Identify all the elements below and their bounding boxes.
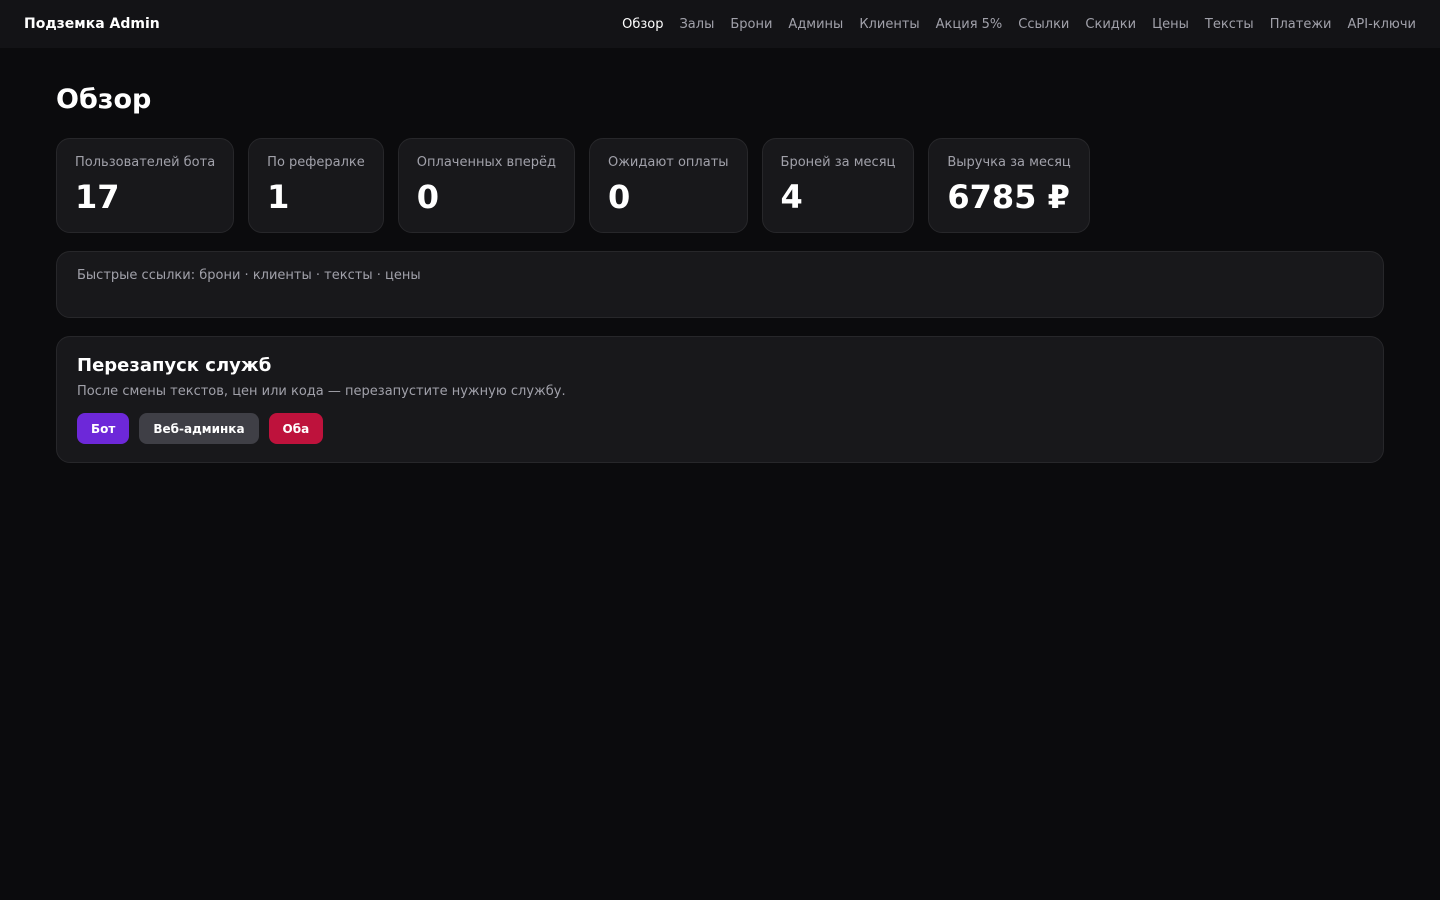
nav-item-admins[interactable]: Админы	[788, 17, 843, 32]
quick-links-card: Быстрые ссылки: брони · клиенты · тексты…	[56, 251, 1384, 318]
restart-both-button[interactable]: Оба	[268, 413, 324, 444]
nav-item-links[interactable]: Ссылки	[1018, 17, 1069, 32]
stat-value: 17	[75, 178, 120, 216]
quick-link-clients[interactable]: клиенты	[253, 268, 312, 283]
stat-value: 1	[267, 178, 290, 216]
stat-label: Броней за месяц	[780, 155, 896, 170]
nav-item-texts[interactable]: Тексты	[1205, 17, 1254, 32]
restart-title: Перезапуск служб	[77, 355, 272, 376]
stat-value: 4	[780, 178, 803, 216]
restart-description: После смены текстов, цен или кода — пере…	[77, 384, 566, 399]
stat-value: 0	[607, 178, 631, 216]
stat-label: Выручка за месяц	[947, 155, 1071, 170]
top-navbar: Подземка Admin Обзор Залы Брони Админы К…	[0, 0, 1440, 48]
stat-value: 6785 ₽	[947, 178, 1070, 216]
restart-services-card: Перезапуск служб После смены текстов, це…	[56, 336, 1384, 463]
stat-label: Оплаченных вперёд	[416, 155, 556, 170]
quick-link-bookings[interactable]: брони	[199, 268, 240, 283]
stat-label: По рефералке	[267, 155, 365, 170]
main-nav: Обзор Залы Брони Админы Клиенты Акция 5%…	[622, 17, 1416, 32]
nav-item-bookings[interactable]: Брони	[730, 17, 772, 32]
nav-item-api-keys[interactable]: API-ключи	[1348, 17, 1417, 32]
nav-item-clients[interactable]: Клиенты	[859, 17, 919, 32]
stat-value: 0	[416, 178, 440, 216]
stat-card-referrals: По рефералке 1	[248, 138, 384, 233]
quick-link-texts[interactable]: тексты	[324, 268, 372, 283]
brand-title: Подземка Admin	[24, 16, 160, 32]
nav-item-overview[interactable]: Обзор	[622, 17, 663, 32]
stat-card-bot-users: Пользователей бота 17	[56, 138, 235, 233]
quick-links-separator: ·	[372, 268, 385, 283]
stat-label: Пользователей бота	[75, 155, 216, 170]
nav-item-prices[interactable]: Цены	[1152, 17, 1189, 32]
page-title: Обзор	[56, 84, 152, 115]
stat-card-prepaid: Оплаченных вперёд 0	[397, 138, 575, 233]
restart-buttons: Бот Веб-админка Оба	[77, 413, 1363, 444]
quick-links-separator: ·	[240, 268, 253, 283]
nav-item-promo[interactable]: Акция 5%	[936, 17, 1003, 32]
main-content: Обзор Пользователей бота 17 По рефералке…	[0, 48, 1440, 463]
stat-label: Ожидают оплаты	[607, 155, 729, 170]
stat-card-awaiting-payment: Ожидают оплаты 0	[588, 138, 748, 233]
restart-web-admin-button[interactable]: Веб-админка	[139, 413, 259, 444]
nav-item-payments[interactable]: Платежи	[1270, 17, 1332, 32]
stats-row: Пользователей бота 17 По рефералке 1 Опл…	[56, 138, 1384, 233]
quick-links-separator: ·	[311, 268, 325, 283]
stat-card-monthly-revenue: Выручка за месяц 6785 ₽	[928, 138, 1090, 233]
restart-bot-button[interactable]: Бот	[77, 413, 130, 444]
nav-item-halls[interactable]: Залы	[679, 17, 714, 32]
nav-item-discounts[interactable]: Скидки	[1085, 17, 1136, 32]
quick-link-prices[interactable]: цены	[385, 268, 421, 283]
quick-links-prefix: Быстрые ссылки:	[77, 268, 200, 283]
stat-card-monthly-bookings: Броней за месяц 4	[761, 138, 915, 233]
